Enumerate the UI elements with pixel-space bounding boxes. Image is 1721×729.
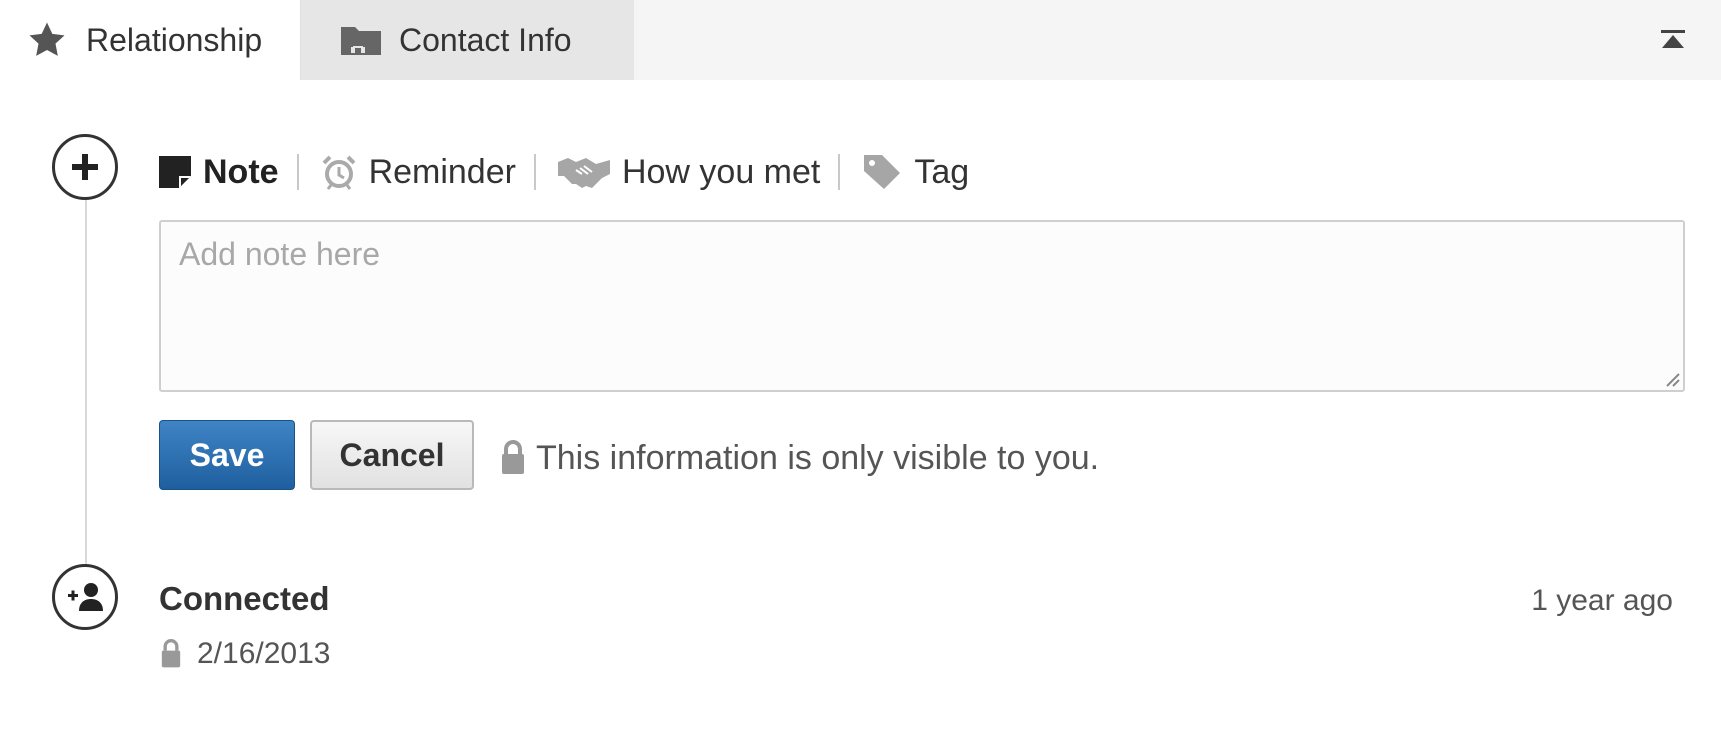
privacy-text: This information is only visible to you. xyxy=(536,438,1100,477)
timeline-entry-date-row: 2/16/2013 xyxy=(159,634,330,674)
entry-type-selector: Note Reminder How you met Tag xyxy=(159,150,969,194)
timeline-entry-time: 1 year ago xyxy=(1531,584,1673,617)
connected-entry-marker xyxy=(52,564,118,630)
how-you-met-action[interactable]: How you met xyxy=(557,152,821,192)
save-button[interactable]: Save xyxy=(159,420,295,490)
lock-icon xyxy=(500,440,526,476)
tab-label: Relationship xyxy=(86,21,263,58)
timeline-entry-title: Connected xyxy=(159,580,330,617)
reminder-label: Reminder xyxy=(368,152,516,191)
plus-icon xyxy=(72,154,98,180)
add-entry-button[interactable] xyxy=(52,134,118,200)
lock-icon xyxy=(159,639,183,669)
note-textarea[interactable] xyxy=(159,220,1685,392)
resize-handle-icon[interactable] xyxy=(1662,369,1680,387)
add-person-icon xyxy=(68,583,103,611)
folder-card-icon xyxy=(339,20,385,60)
privacy-notice: This information is only visible to you. xyxy=(500,436,1099,480)
note-label: Note xyxy=(203,152,279,191)
divider xyxy=(838,154,841,190)
alarm-clock-icon xyxy=(321,154,357,190)
tab-relationship[interactable]: Relationship xyxy=(0,0,300,80)
tag-label: Tag xyxy=(914,152,970,191)
handshake-icon xyxy=(557,156,610,188)
timeline-entry-date: 2/16/2013 xyxy=(197,637,331,670)
star-icon xyxy=(26,20,72,60)
divider xyxy=(533,154,536,190)
how-you-met-label: How you met xyxy=(621,152,821,191)
tab-contact-info[interactable]: Contact Info xyxy=(300,0,634,80)
note-action[interactable]: Note xyxy=(159,153,279,192)
tag-action[interactable]: Tag xyxy=(862,153,969,192)
reminder-action[interactable]: Reminder xyxy=(321,153,516,192)
divider xyxy=(296,154,299,190)
tab-label: Contact Info xyxy=(399,21,572,58)
timeline-line xyxy=(85,200,87,568)
tab-bar: Relationship Contact Info xyxy=(0,0,1721,80)
collapse-up-icon[interactable] xyxy=(1657,24,1689,56)
note-icon xyxy=(159,156,191,188)
tag-icon xyxy=(862,153,902,191)
cancel-button[interactable]: Cancel xyxy=(310,420,474,490)
